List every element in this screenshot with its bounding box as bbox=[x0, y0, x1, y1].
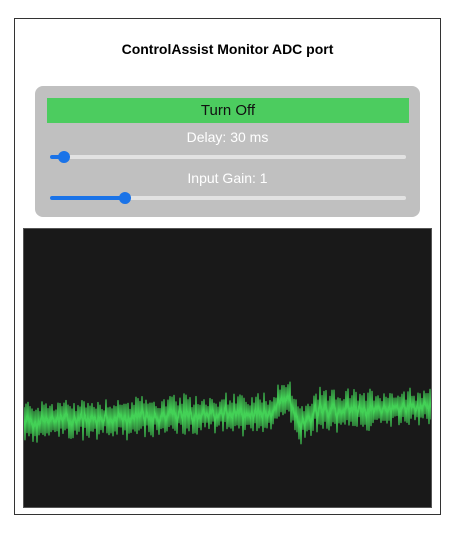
input-gain-label: Input Gain: 1 bbox=[187, 170, 268, 186]
page-title: ControlAssist Monitor ADC port bbox=[121, 41, 334, 57]
input-gain-slider-fill bbox=[50, 196, 125, 200]
control-panel: Turn Off Delay: 30 ms Input Gain: 1 bbox=[35, 86, 420, 217]
delay-slider[interactable] bbox=[50, 151, 406, 163]
turn-off-button[interactable]: Turn Off bbox=[47, 98, 409, 123]
delay-label: Delay: 30 ms bbox=[186, 129, 269, 145]
input-gain-slider[interactable] bbox=[50, 192, 406, 204]
monitor-window: ControlAssist Monitor ADC port Turn Off … bbox=[14, 18, 441, 515]
adc-waveform-display bbox=[23, 228, 432, 508]
delay-slider-thumb[interactable] bbox=[58, 151, 71, 163]
waveform-trace bbox=[24, 381, 431, 445]
input-gain-slider-thumb[interactable] bbox=[118, 192, 131, 204]
waveform-canvas bbox=[24, 381, 431, 445]
